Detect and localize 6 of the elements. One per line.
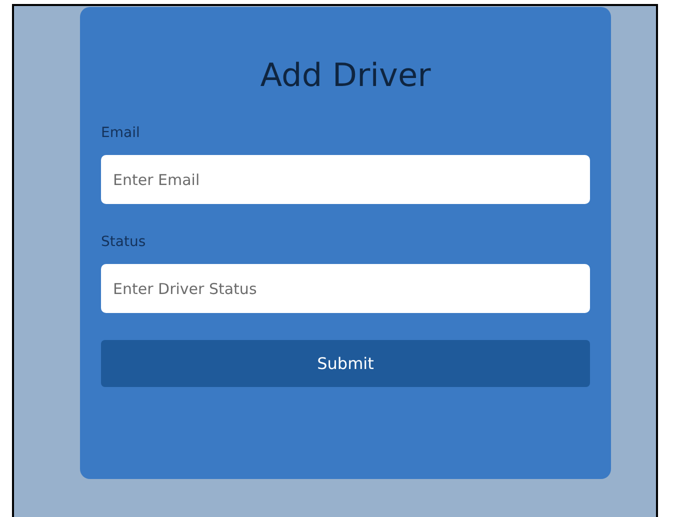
field-label: Email [101, 125, 140, 141]
input-field[interactable]: Enter Driver Status [101, 264, 590, 313]
form-title: Add Driver [259, 55, 432, 96]
submit-button[interactable]: Submit [101, 340, 590, 387]
field-label: Status [101, 234, 146, 250]
input-field[interactable]: Enter Email [101, 155, 590, 204]
